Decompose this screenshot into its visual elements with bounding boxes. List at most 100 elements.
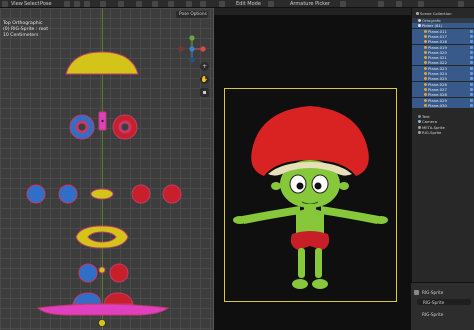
name-field-value: RIG-Sprite	[423, 300, 445, 305]
picker-hand-left[interactable]	[26, 184, 46, 204]
filter-icon[interactable]	[458, 1, 464, 7]
picker-leg-left[interactable]	[78, 263, 98, 283]
outliner-row[interactable]: Plane.024	[412, 71, 474, 76]
picker-hand-right[interactable]	[162, 184, 182, 204]
visibility-toggle-icon[interactable]	[470, 34, 473, 38]
visibility-toggle-icon[interactable]	[470, 98, 473, 102]
outliner-row-label: Ortografic	[422, 18, 442, 23]
outliner-row[interactable]: Ortografic	[412, 18, 474, 23]
picker-leg-right[interactable]	[109, 263, 129, 283]
outliner-row[interactable]: Text	[412, 114, 474, 119]
outliner-row[interactable]: Plane.026	[412, 81, 474, 87]
tool-icon[interactable]	[64, 1, 70, 7]
tool-icon[interactable]	[186, 1, 192, 7]
armature-name: RIG-Sprite	[422, 312, 444, 317]
visibility-toggle-icon[interactable]	[470, 29, 473, 33]
outliner-row[interactable]: Picker (61)	[412, 23, 474, 29]
camera-icon	[418, 120, 421, 124]
mode-edit-mode[interactable]: Edit Mode	[236, 0, 261, 8]
editor-type-icon[interactable]	[219, 1, 225, 7]
visibility-toggle-icon[interactable]	[470, 72, 473, 75]
meta-icon	[418, 125, 421, 129]
outliner-row[interactable]: Plane.030	[412, 102, 474, 108]
visibility-toggle-icon[interactable]	[470, 93, 473, 97]
plane-icon	[424, 77, 427, 81]
outliner-row[interactable]: META-Sprite	[412, 125, 474, 130]
camera-viewport[interactable]	[213, 8, 411, 330]
tool-icon[interactable]	[396, 1, 402, 7]
plane-icon	[424, 61, 427, 65]
editor-type-icon[interactable]	[418, 1, 424, 7]
properties-panel[interactable]: RIG-Sprite RIG-Sprite RIG-Sprite	[411, 282, 474, 330]
picker-foot-right[interactable]	[103, 292, 134, 305]
outliner-row[interactable]: Plane.011	[412, 28, 474, 34]
tool-icon[interactable]	[118, 1, 124, 7]
visibility-toggle-icon[interactable]	[470, 61, 473, 65]
picker-hips[interactable]	[75, 225, 129, 249]
menu-view[interactable]: View	[11, 0, 23, 8]
outliner-row-label: Plane.017	[428, 33, 447, 39]
origin-point	[98, 319, 106, 327]
outliner-row[interactable]: Plane.023	[412, 65, 474, 71]
visibility-toggle-icon[interactable]	[470, 82, 473, 86]
outliner-row[interactable]: Plane.028	[412, 92, 474, 98]
outliner-row[interactable]: Plane.021	[412, 55, 474, 61]
editor-type-icon[interactable]	[2, 1, 8, 7]
outliner-row-label: Plane.026	[428, 81, 447, 87]
outliner-row[interactable]: Camera	[412, 119, 474, 124]
visibility-toggle-icon[interactable]	[470, 56, 473, 60]
tool-icon[interactable]	[168, 1, 174, 7]
outliner-row[interactable]: Plane.017	[412, 33, 474, 39]
plane-icon	[424, 87, 427, 91]
tool-icon[interactable]	[136, 1, 142, 7]
outliner-row[interactable]: Plane.018	[412, 39, 474, 45]
tool-icon[interactable]	[74, 1, 80, 7]
outliner-row[interactable]: Plane.019	[412, 44, 474, 50]
outliner-row-label: Plane.025	[428, 76, 447, 82]
visibility-toggle-icon[interactable]	[470, 87, 473, 91]
plane-icon	[424, 98, 427, 102]
outliner-row[interactable]: Plane.027	[412, 86, 474, 92]
sprite-character[interactable]	[224, 98, 397, 302]
menu-armature-picker[interactable]: Armature Picker	[290, 0, 330, 8]
picker-arm-right[interactable]	[131, 184, 151, 204]
outliner-row[interactable]: Plane.022	[412, 60, 474, 66]
picker-head-cap[interactable]	[65, 51, 139, 75]
outliner-row[interactable]: RIG-Sprite	[412, 130, 474, 135]
picker-viewport[interactable]: Top Orthographic (0) RIG-Sprite : root 1…	[0, 8, 213, 330]
picker-foot-left[interactable]	[72, 292, 102, 305]
plane-icon	[424, 93, 427, 97]
outliner-row[interactable]: Plane.025	[412, 76, 474, 82]
menu-select[interactable]: Select	[24, 0, 39, 8]
menu-pose[interactable]: Pose	[40, 0, 52, 8]
outliner-row[interactable]: Plane.020	[412, 49, 474, 55]
picker-pelvis[interactable]	[98, 266, 106, 274]
armature-icon	[414, 290, 419, 295]
plane-icon	[424, 29, 427, 33]
tool-icon[interactable]	[152, 1, 158, 7]
plane-icon	[424, 50, 427, 54]
plane-icon	[424, 82, 427, 86]
armature-row: RIG-Sprite	[411, 311, 474, 318]
tool-icon[interactable]	[84, 1, 90, 7]
tool-icon[interactable]	[378, 1, 384, 7]
outliner-row-label: Camera	[422, 119, 437, 125]
visibility-toggle-icon[interactable]	[470, 103, 473, 107]
visibility-toggle-icon[interactable]	[470, 45, 473, 49]
visibility-toggle-icon[interactable]	[470, 66, 473, 70]
outliner-row[interactable]: Scene Collection	[412, 11, 474, 16]
plane-icon	[424, 66, 427, 70]
picker-root[interactable]	[36, 303, 170, 316]
visibility-toggle-icon[interactable]	[470, 40, 473, 44]
tool-icon[interactable]	[200, 1, 206, 7]
outliner-row-label: Plane.030	[428, 102, 447, 108]
tool-icon[interactable]	[340, 1, 346, 7]
outliner-row[interactable]: Plane.029	[412, 97, 474, 103]
visibility-toggle-icon[interactable]	[470, 50, 473, 54]
tool-icon[interactable]	[100, 1, 106, 7]
visibility-toggle-icon[interactable]	[470, 77, 473, 81]
picker-arm-left[interactable]	[58, 184, 78, 204]
tool-icon[interactable]	[268, 1, 274, 7]
outliner-row-label: Picker (61)	[422, 23, 443, 29]
picker-chest[interactable]	[90, 188, 114, 200]
